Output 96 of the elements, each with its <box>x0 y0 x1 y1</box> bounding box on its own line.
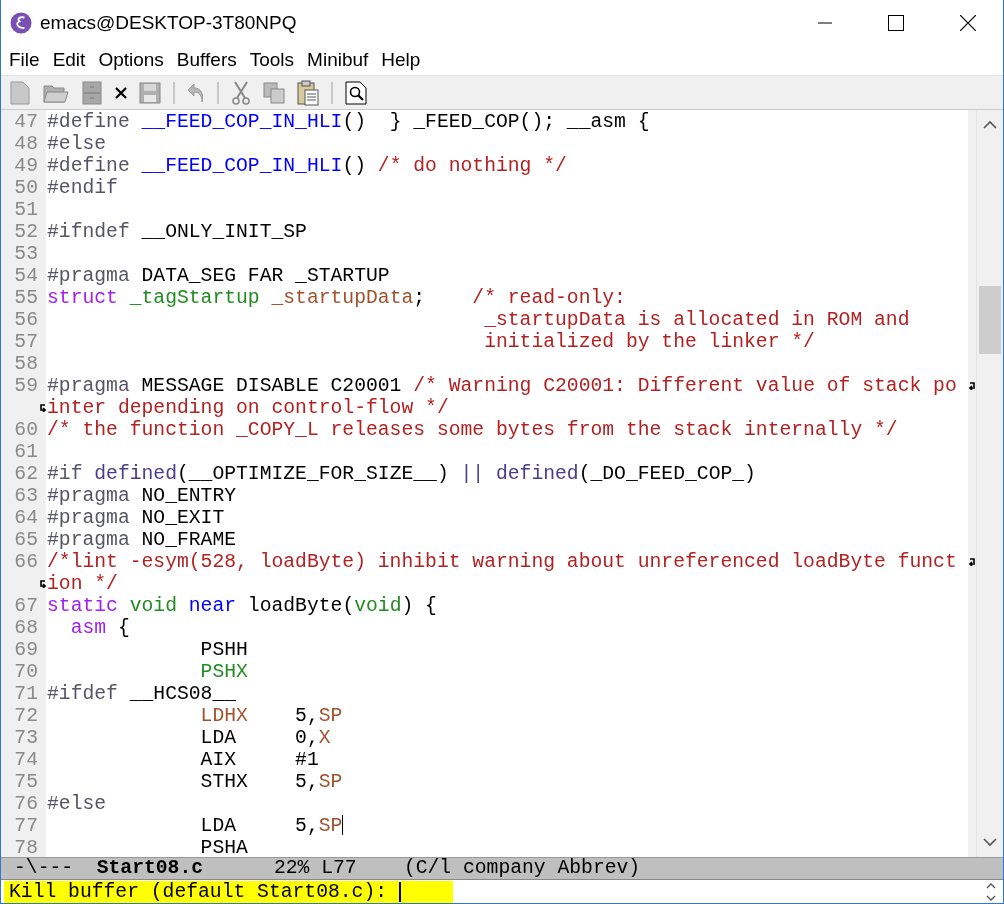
menu-item[interactable]: Options <box>98 49 164 71</box>
code-line: /*lint -esym(528, loadByte) inhibit warning about unreferenced loadByte funct <box>47 551 957 573</box>
code-line: #ifdef __HCS08__ <box>47 683 237 705</box>
search-icon[interactable] <box>345 80 367 105</box>
code-line: PSHH <box>199 639 248 661</box>
major-mode: (C/l company Abbrev) <box>403 858 641 879</box>
scrollbar[interactable] <box>976 110 1003 857</box>
line-number: 66 <box>14 551 38 573</box>
line-number: 53 <box>14 243 38 265</box>
line-number: 50 <box>14 177 38 199</box>
copy-icon[interactable] <box>263 81 285 104</box>
clipboard-icon[interactable] <box>297 79 319 106</box>
code-line: STHX 5,SP <box>199 771 343 793</box>
buffer-position: 22% L77 <box>273 858 357 879</box>
line-number: 55 <box>14 287 38 309</box>
line-number: 60 <box>14 419 38 441</box>
menu-item[interactable]: Help <box>381 49 421 71</box>
menu-item[interactable]: Tools <box>249 49 295 71</box>
line-number: 77 <box>14 815 38 837</box>
cabinet-icon[interactable] <box>81 80 103 105</box>
code-line: LDA 0,X <box>199 727 331 749</box>
code-line: AIX #1 <box>199 749 319 771</box>
code-line: static void near loadByte(void) { <box>47 595 437 617</box>
code-line: #else <box>47 133 107 155</box>
buffer-name: Start08.c <box>96 858 204 879</box>
code-line: PSHA <box>199 837 248 857</box>
line-number: 49 <box>14 155 38 177</box>
wrap-arrow-icon <box>38 580 46 588</box>
code-line: #ifndef __ONLY_INIT_SP <box>47 221 307 243</box>
code-line: struct _tagStartup _startupData; /* read-only: <box>47 287 626 309</box>
minibuffer-field[interactable]: Kill buffer (default Start08.c): <box>4 880 453 903</box>
code-line: #pragma MESSAGE DISABLE C20001 /* Warning C20001: Different value of stack po <box>47 375 957 397</box>
code-line: ion */ <box>47 573 118 595</box>
line-number: 64 <box>14 507 38 529</box>
new-file-icon[interactable] <box>9 80 31 105</box>
code-line: #endif <box>47 177 118 199</box>
code-line: #if defined(__OPTIMIZE_FOR_SIZE__) || defined(_DO_FEED_COP_) <box>47 463 756 485</box>
minibuffer-prompt: Kill buffer (default Start08.c): <box>9 880 388 903</box>
wrap-arrow-icon <box>968 382 976 390</box>
code-line: PSHX <box>199 661 248 683</box>
line-number: 62 <box>14 463 38 485</box>
scroll-up-icon[interactable] <box>983 120 997 129</box>
line-number: 61 <box>14 441 38 463</box>
close-icon[interactable] <box>115 86 127 99</box>
line-number: 78 <box>14 837 38 859</box>
emacs-logo-icon <box>10 11 32 34</box>
line-number: 56 <box>14 309 38 331</box>
line-number: 58 <box>14 353 38 375</box>
code-line: inter depending on control-flow */ <box>47 397 449 419</box>
line-number: 47 <box>14 111 38 133</box>
code-line: #define __FEED_COP_IN_HLI() /* do nothing */ <box>47 155 567 177</box>
line-number: 48 <box>14 133 38 155</box>
scroll-arrows-icon <box>986 881 996 902</box>
wrap-arrow-icon <box>968 558 976 566</box>
code-line: #else <box>47 793 107 815</box>
maximize-icon[interactable] <box>888 14 904 31</box>
line-number: 74 <box>14 749 38 771</box>
code-line: #pragma NO_EXIT <box>47 507 225 529</box>
line-number: 73 <box>14 727 38 749</box>
menu-item[interactable]: Edit <box>52 49 86 71</box>
code-line: /* the function _COPY_L releases some bytes from the stack internally */ <box>47 419 898 441</box>
undo-icon[interactable] <box>187 81 205 104</box>
line-number: 57 <box>14 331 38 353</box>
code-line: LDHX 5,SP <box>199 705 343 727</box>
code-line: #pragma NO_ENTRY <box>47 485 237 507</box>
line-number: 68 <box>14 617 38 639</box>
menu-item[interactable]: Minibuf <box>307 49 369 71</box>
line-number: 54 <box>14 265 38 287</box>
code-line: asm { <box>69 617 130 639</box>
code-line: _startupData is allocated in ROM and <box>483 309 910 331</box>
code-line: #pragma DATA_SEG FAR _STARTUP <box>47 265 390 287</box>
line-number: 72 <box>14 705 38 727</box>
close-icon[interactable] <box>960 14 976 31</box>
line-number: 76 <box>14 793 38 815</box>
menu-item[interactable]: File <box>9 49 40 71</box>
line-number: 65 <box>14 529 38 551</box>
code-line: #define __FEED_COP_IN_HLI() } _FEED_COP(); __asm { <box>47 111 650 133</box>
line-number: 69 <box>14 639 38 661</box>
scissors-icon[interactable] <box>231 80 251 105</box>
wrap-arrow-icon <box>38 404 46 412</box>
line-number: 71 <box>14 683 38 705</box>
code-line: #pragma NO_FRAME <box>47 529 237 551</box>
buffer-status: -\--- <box>14 858 74 879</box>
line-number: 59 <box>14 375 38 397</box>
line-number: 75 <box>14 771 38 793</box>
code-line: LDA 5,SP <box>199 815 344 837</box>
line-number: 63 <box>14 485 38 507</box>
menu-item[interactable]: Buffers <box>176 49 237 71</box>
window-title: emacs@DESKTOP-3T80NPQ <box>40 11 297 34</box>
line-number: 51 <box>14 199 38 221</box>
scrollbar-thumb[interactable] <box>979 286 1001 354</box>
line-number: 67 <box>14 595 38 617</box>
line-number: 70 <box>14 661 38 683</box>
scroll-down-icon[interactable] <box>983 838 997 847</box>
code-line: initialized by the linker */ <box>483 331 815 353</box>
line-number: 52 <box>14 221 38 243</box>
